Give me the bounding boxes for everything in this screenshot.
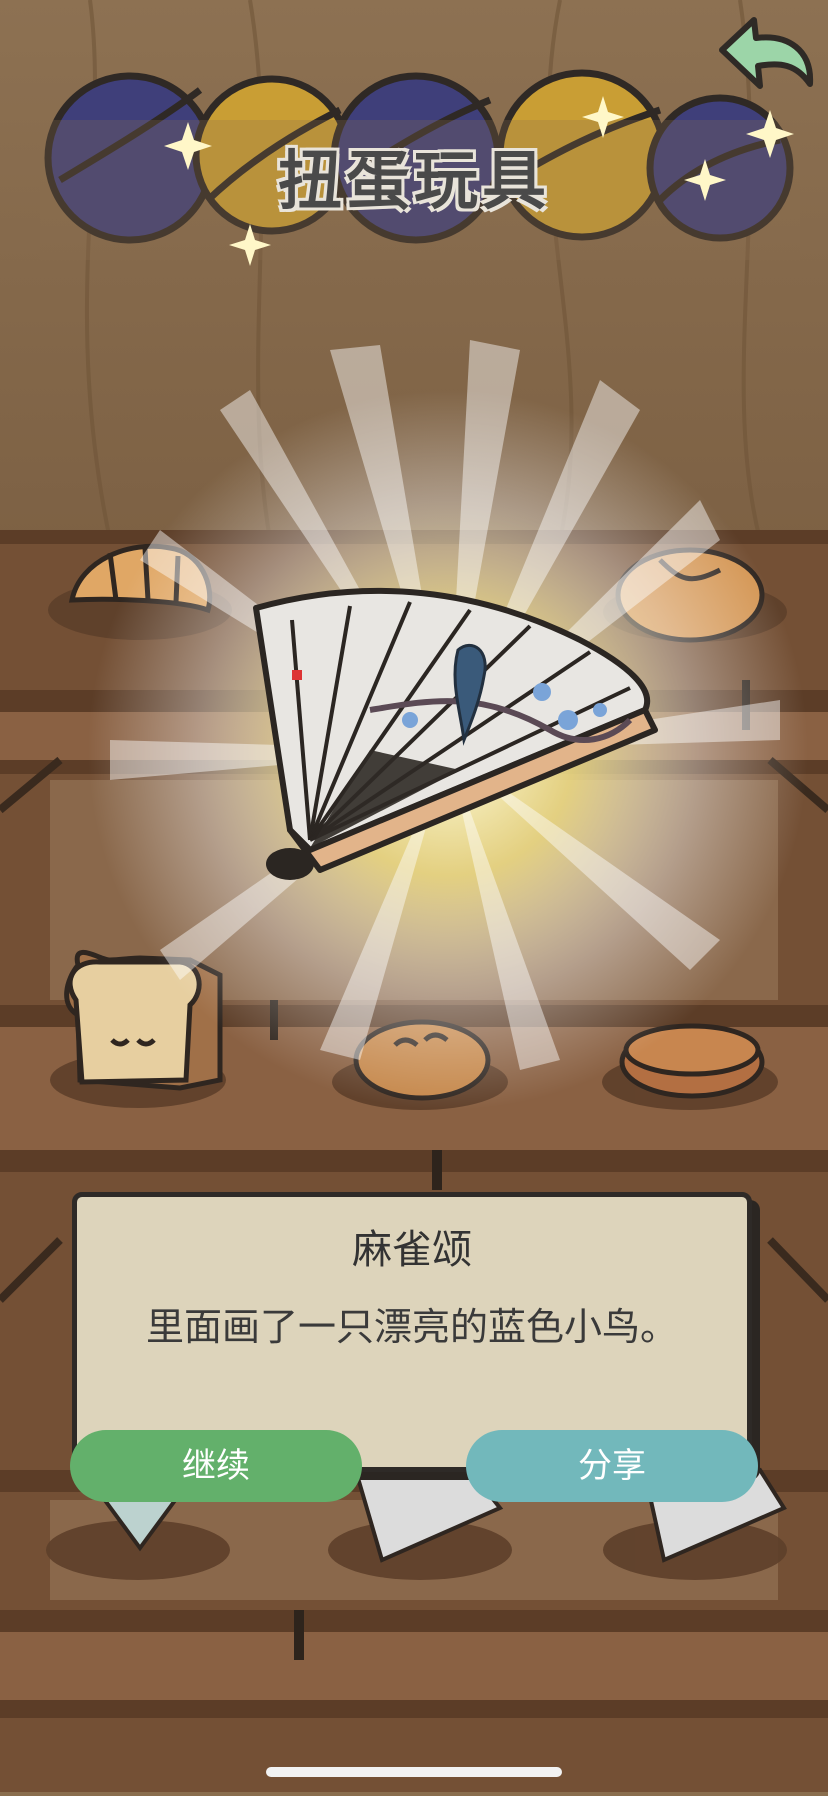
share-button[interactable]: 分享 [466, 1430, 758, 1502]
continue-button[interactable]: 继续 [70, 1430, 362, 1502]
back-arrow-icon [719, 17, 814, 89]
prize-description: 里面画了一只漂亮的蓝色小鸟。 [145, 1305, 678, 1349]
gacha-scene: 扭蛋玩具 麻雀颂 里面画了一只漂亮的蓝色小鸟。 继续 分享 [0, 0, 828, 1792]
folding-fan-icon [253, 587, 658, 880]
page-title: 扭蛋玩具 [278, 145, 550, 219]
home-indicator[interactable] [266, 1767, 562, 1777]
back-button[interactable] [708, 10, 818, 100]
prize-name: 麻雀颂 [352, 1227, 472, 1273]
